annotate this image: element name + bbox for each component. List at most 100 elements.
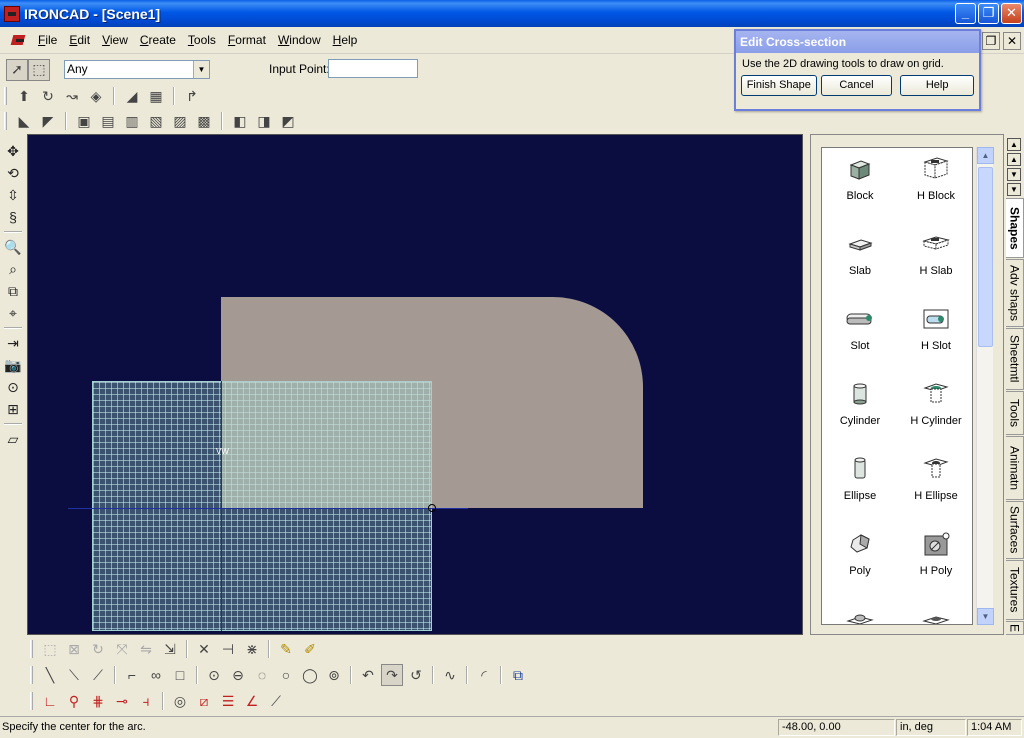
- shell-icon[interactable]: ▣: [73, 110, 95, 132]
- tab-scroll-top-icon[interactable]: ▲: [1007, 138, 1021, 151]
- catalog-item-h-cylinder[interactable]: H Cylinder: [898, 381, 972, 456]
- catalog-item-extra-13[interactable]: [898, 606, 972, 624]
- perpendicular-constraint-icon[interactable]: ⟋: [265, 690, 287, 712]
- tangent-line-icon[interactable]: ⟍: [63, 664, 85, 686]
- rectangle-icon[interactable]: □: [169, 664, 191, 686]
- arc-tangent-icon[interactable]: ↺: [405, 664, 427, 686]
- catalog-item-block[interactable]: Block: [822, 156, 898, 231]
- catalog-item-poly[interactable]: Poly: [822, 531, 898, 606]
- loft-icon[interactable]: ◈: [85, 85, 107, 107]
- select-2d-icon[interactable]: ⬚: [39, 638, 61, 660]
- help-button[interactable]: Help: [900, 75, 975, 96]
- menu-window[interactable]: Window: [272, 33, 327, 47]
- zoom-window-icon[interactable]: ⌕: [2, 258, 24, 280]
- toolbar-grip[interactable]: [4, 87, 7, 105]
- mirror-2d-icon[interactable]: ⇋: [135, 638, 157, 660]
- circle-3pt-icon[interactable]: ◌: [251, 664, 273, 686]
- input-point-field[interactable]: [328, 59, 418, 78]
- trim-icon[interactable]: ✕: [193, 638, 215, 660]
- tab-shapes[interactable]: Shapes: [1006, 198, 1024, 258]
- camera-icon[interactable]: 📷: [2, 354, 24, 376]
- catalog-item-extra-12[interactable]: [822, 606, 898, 624]
- face-draft-icon[interactable]: ▥: [121, 110, 143, 132]
- select-arrow-icon[interactable]: ➚: [6, 58, 28, 81]
- catalog-item-h-ellipse[interactable]: H Ellipse: [898, 456, 972, 531]
- catalog-item-h-poly[interactable]: H Poly: [898, 531, 972, 606]
- arc-3pt-icon[interactable]: ↶: [357, 664, 379, 686]
- dolly-icon[interactable]: ⇳: [2, 184, 24, 206]
- scroll-up-icon[interactable]: ▲: [977, 147, 994, 164]
- toolbar-grip[interactable]: [4, 112, 7, 130]
- auto-construct-icon[interactable]: ✐: [299, 638, 321, 660]
- circle-tangent-icon[interactable]: ○: [275, 664, 297, 686]
- polyline-icon[interactable]: ⌐: [121, 664, 143, 686]
- camera-target-icon[interactable]: ⊙: [2, 376, 24, 398]
- close-button[interactable]: ✕: [1001, 3, 1022, 24]
- toolbar-grip[interactable]: [30, 666, 33, 684]
- tab-tools[interactable]: Tools: [1006, 391, 1024, 435]
- catalog-scrollbar[interactable]: ▲ ▼: [976, 147, 994, 625]
- catalog-item-cylinder[interactable]: Cylinder: [822, 381, 898, 456]
- face-move-icon[interactable]: ▤: [97, 110, 119, 132]
- toolbar-grip[interactable]: [30, 640, 33, 658]
- extrude-icon[interactable]: ⬆: [13, 85, 35, 107]
- document-icon[interactable]: [10, 31, 28, 49]
- catalog-item-h-slot[interactable]: H Slot: [898, 306, 972, 381]
- blend-icon[interactable]: ◣: [13, 110, 35, 132]
- parallel-constraint-icon[interactable]: ⋕: [87, 690, 109, 712]
- pattern-icon[interactable]: ◩: [277, 110, 299, 132]
- extend-icon[interactable]: ⊣: [217, 638, 239, 660]
- ironcad-app-icon[interactable]: [4, 5, 20, 22]
- mdi-restore-button[interactable]: ❐: [982, 32, 1000, 50]
- zoom-icon[interactable]: 🔍: [2, 236, 24, 258]
- spin-icon[interactable]: ↻: [37, 85, 59, 107]
- scale-2d-icon[interactable]: ⤧: [111, 638, 133, 660]
- tab-surfaces[interactable]: Surfaces: [1006, 501, 1024, 559]
- orbit-icon[interactable]: ⟲: [2, 162, 24, 184]
- face-offset-icon[interactable]: ▧: [145, 110, 167, 132]
- equal-constraint-icon[interactable]: ☰: [217, 690, 239, 712]
- grid-icon[interactable]: ▦: [145, 85, 167, 107]
- cancel-button[interactable]: Cancel: [820, 75, 893, 96]
- 3d-viewport[interactable]: VW: [27, 134, 803, 635]
- tab-scroll-down-icon[interactable]: ▼: [1007, 168, 1021, 181]
- stretch-icon[interactable]: ◨: [253, 110, 275, 132]
- arc-center-icon[interactable]: ↷: [381, 664, 403, 686]
- tab-animation[interactable]: Animatn: [1006, 436, 1024, 500]
- project-icon[interactable]: ⇲: [159, 638, 181, 660]
- tangent-constraint-icon[interactable]: ⚲: [63, 690, 85, 712]
- vertical-constraint-icon[interactable]: ⫞: [135, 690, 157, 712]
- menu-file[interactable]: File: [32, 33, 63, 47]
- menu-edit[interactable]: Edit: [63, 33, 96, 47]
- link-icon[interactable]: ∞: [145, 664, 167, 686]
- tab-scroll-up-icon[interactable]: ▲: [1007, 153, 1021, 166]
- boolean-icon[interactable]: ◧: [229, 110, 251, 132]
- scroll-down-icon[interactable]: ▼: [977, 608, 994, 625]
- render-icon[interactable]: ▱: [2, 428, 24, 450]
- construction-icon[interactable]: ✎: [275, 638, 297, 660]
- move-icon[interactable]: ✥: [2, 140, 24, 162]
- chamfer-icon[interactable]: ◤: [37, 110, 59, 132]
- menu-create[interactable]: Create: [134, 33, 182, 47]
- box-select-icon[interactable]: ⊠: [63, 638, 85, 660]
- line-icon[interactable]: ╲: [39, 664, 61, 686]
- camera-walk-icon[interactable]: ⇥: [2, 332, 24, 354]
- menu-view[interactable]: View: [96, 33, 134, 47]
- circle-2pt-icon[interactable]: ⊖: [227, 664, 249, 686]
- catalog-item-slab[interactable]: Slab: [822, 231, 898, 306]
- catalog-browser[interactable]: Block H Block Slab H Slab Slot H Slot Cylinder…: [821, 147, 973, 625]
- tab-textures[interactable]: Textures: [1006, 560, 1024, 620]
- selection-filter-select[interactable]: Any ▼: [64, 60, 210, 79]
- fillet-2d-icon[interactable]: ◜: [473, 664, 495, 686]
- bend-icon[interactable]: ↱: [181, 85, 203, 107]
- dimension-icon[interactable]: ∟: [39, 690, 61, 712]
- tilt-icon[interactable]: §: [2, 206, 24, 228]
- rotate-2d-icon[interactable]: ↻: [87, 638, 109, 660]
- catalog-item-h-block[interactable]: H Block: [898, 156, 972, 231]
- catalog-item-slot[interactable]: Slot: [822, 306, 898, 381]
- catalog-item-h-slab[interactable]: H Slab: [898, 231, 972, 306]
- face-deform-icon[interactable]: ▩: [193, 110, 215, 132]
- camera-view-icon[interactable]: ⊞: [2, 398, 24, 420]
- minimize-button[interactable]: _: [955, 3, 976, 24]
- circle-tangent2-icon[interactable]: ◯: [299, 664, 321, 686]
